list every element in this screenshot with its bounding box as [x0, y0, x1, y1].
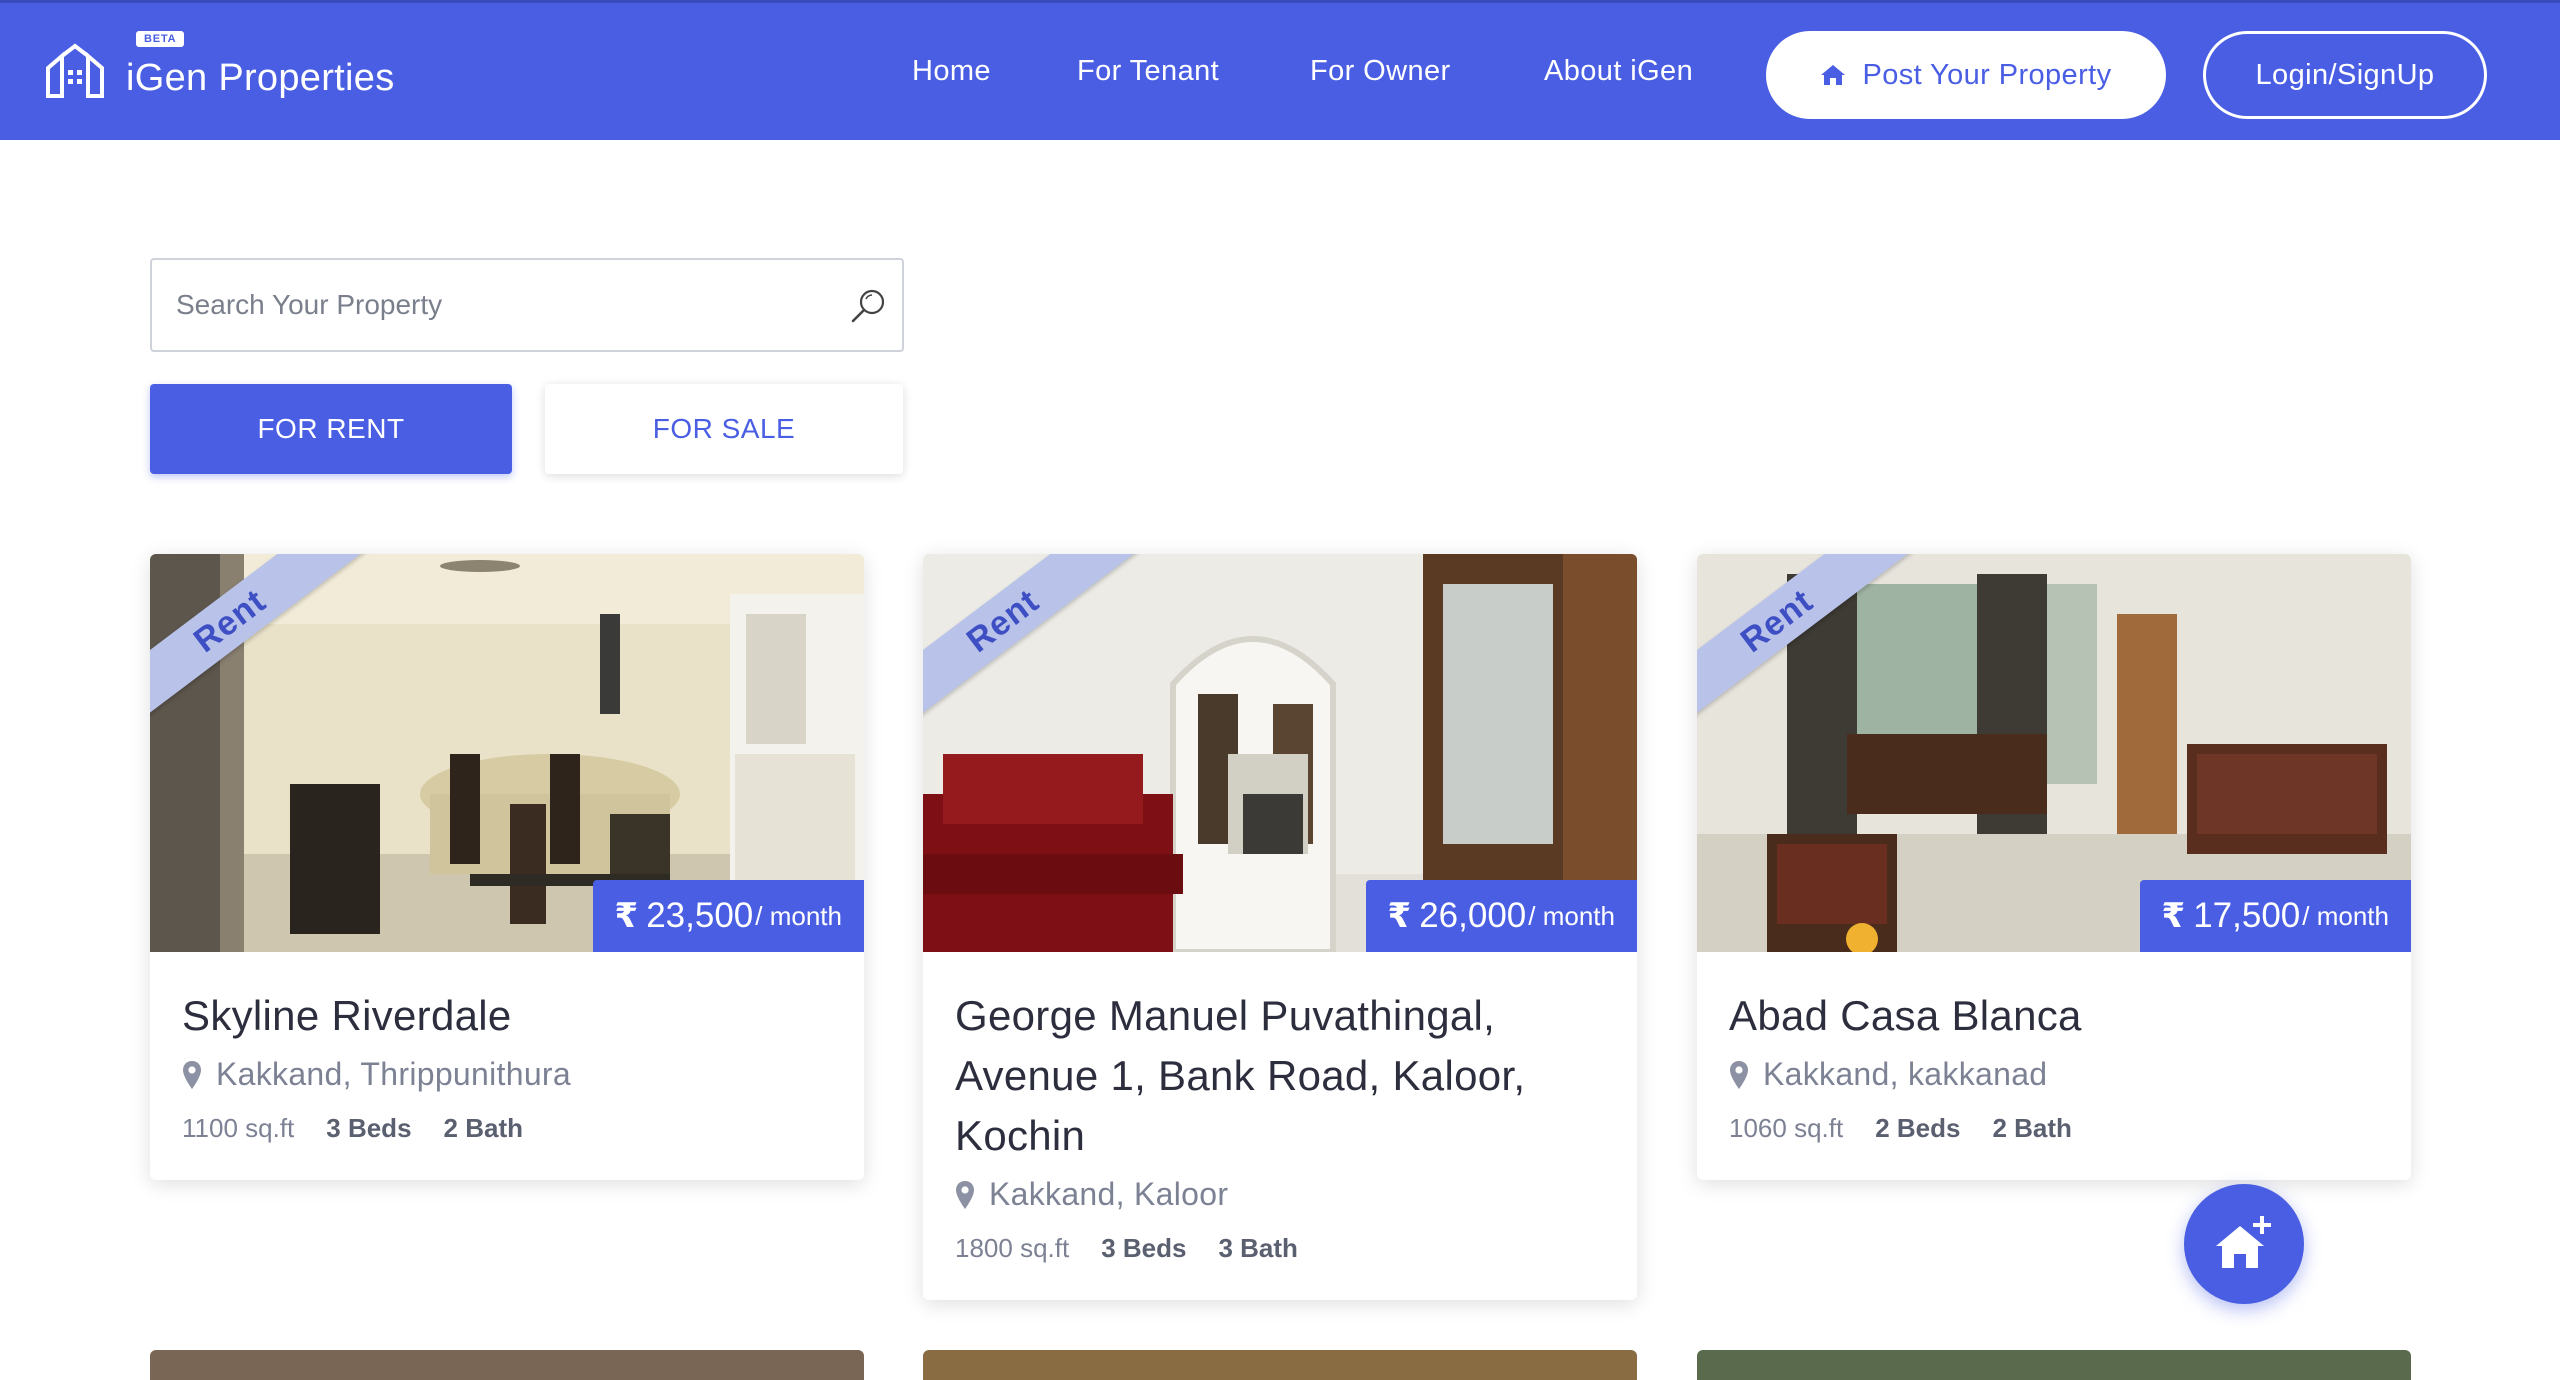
card-body: George Manuel Puvathingal, Avenue 1, Ban… — [923, 952, 1637, 1300]
brand-name: iGen Properties — [126, 56, 395, 99]
property-card-partial[interactable] — [1697, 1350, 2411, 1380]
property-area: 1800 sq.ft — [955, 1233, 1070, 1263]
nav-for-tenant[interactable]: For Tenant — [1077, 55, 1219, 88]
location-text: Kakkand, Kaloor — [989, 1176, 1229, 1212]
post-property-button[interactable]: Post Your Property — [1766, 31, 2166, 119]
property-baths: 3 Bath — [1218, 1233, 1298, 1263]
property-title[interactable]: Abad Casa Blanca — [1729, 986, 2379, 1046]
property-location: Kakkand, Thrippunithura — [182, 1056, 832, 1093]
currency-symbol: ₹ — [614, 897, 639, 935]
price-tag: ₹ 23,500 / month — [592, 880, 864, 952]
login-signup-label: Login/SignUp — [2255, 58, 2435, 91]
currency-symbol: ₹ — [1387, 897, 1412, 935]
property-area: 1100 sq.ft — [182, 1113, 295, 1143]
home-icon — [1821, 65, 1846, 85]
location-pin-icon — [1730, 1060, 1748, 1089]
property-card-partial[interactable] — [150, 1350, 864, 1380]
for-sale-label: FOR SALE — [652, 413, 796, 444]
location-text: Kakkand, kakkanad — [1763, 1056, 2048, 1092]
property-card[interactable]: Rent ₹ 17,500 / month Abad Casa Blanca K… — [1697, 554, 2411, 1180]
location-pin-icon — [956, 1180, 974, 1209]
property-meta: 1800 sq.ft 3 Beds 3 Bath — [955, 1233, 1605, 1264]
property-photo[interactable]: Rent ₹ 26,000 / month — [923, 554, 1637, 952]
property-meta: 1100 sq.ft 3 Beds 2 Bath — [182, 1113, 832, 1144]
price-tag: ₹ 26,000 / month — [1365, 880, 1637, 952]
add-property-fab[interactable] — [2184, 1184, 2304, 1304]
location-pin-icon — [183, 1060, 201, 1089]
price-amount: 23,500 — [646, 896, 754, 935]
property-baths: 2 Bath — [1992, 1113, 2072, 1143]
property-meta: 1060 sq.ft 2 Beds 2 Bath — [1729, 1113, 2379, 1144]
property-baths: 2 Bath — [443, 1113, 523, 1143]
property-beds: 3 Beds — [326, 1113, 412, 1143]
price-period: / month — [2302, 900, 2389, 931]
for-sale-tab[interactable]: FOR SALE — [545, 384, 903, 474]
property-area: 1060 sq.ft — [1729, 1113, 1844, 1143]
top-navbar: iGen Properties BETA Home For Tenant For… — [0, 0, 2560, 140]
price-amount: 26,000 — [1419, 896, 1527, 935]
price-period: / month — [1528, 900, 1615, 931]
nav-about[interactable]: About iGen — [1544, 55, 1693, 88]
add-home-icon — [2216, 1216, 2271, 1268]
post-property-label: Post Your Property — [1862, 58, 2112, 91]
nav-home[interactable]: Home — [912, 55, 991, 88]
property-location: Kakkand, Kaloor — [955, 1176, 1605, 1213]
login-signup-button[interactable]: Login/SignUp — [2203, 31, 2487, 119]
search-input[interactable] — [176, 260, 816, 350]
search-box — [150, 258, 904, 352]
for-rent-label: FOR RENT — [257, 413, 405, 444]
property-card-partial[interactable] — [923, 1350, 1637, 1380]
property-title[interactable]: George Manuel Puvathingal, Avenue 1, Ban… — [955, 986, 1605, 1166]
location-text: Kakkand, Thrippunithura — [216, 1056, 571, 1092]
nav-for-owner[interactable]: For Owner — [1310, 55, 1451, 88]
brand-logo[interactable]: iGen Properties BETA — [44, 31, 395, 111]
price-amount: 17,500 — [2193, 896, 2301, 935]
search-icon[interactable] — [848, 286, 888, 326]
property-card[interactable]: Rent ₹ 26,000 / month George Manuel Puva… — [923, 554, 1637, 1300]
card-body: Skyline Riverdale Kakkand, Thrippunithur… — [150, 952, 864, 1180]
logo-icon — [46, 43, 104, 98]
property-card[interactable]: Rent ₹ 23,500 / month Skyline Riverdale … — [150, 554, 864, 1180]
property-beds: 2 Beds — [1875, 1113, 1961, 1143]
property-photo[interactable]: Rent ₹ 17,500 / month — [1697, 554, 2411, 952]
property-beds: 3 Beds — [1101, 1233, 1187, 1263]
card-body: Abad Casa Blanca Kakkand, kakkanad 1060 … — [1697, 952, 2411, 1180]
property-photo[interactable]: Rent ₹ 23,500 / month — [150, 554, 864, 952]
beta-badge: BETA — [136, 31, 185, 47]
currency-symbol: ₹ — [2161, 897, 2186, 935]
property-location: Kakkand, kakkanad — [1729, 1056, 2379, 1093]
property-title[interactable]: Skyline Riverdale — [182, 986, 832, 1046]
for-rent-tab[interactable]: FOR RENT — [150, 384, 512, 474]
price-tag: ₹ 17,500 / month — [2139, 880, 2411, 952]
price-period: / month — [755, 900, 842, 931]
